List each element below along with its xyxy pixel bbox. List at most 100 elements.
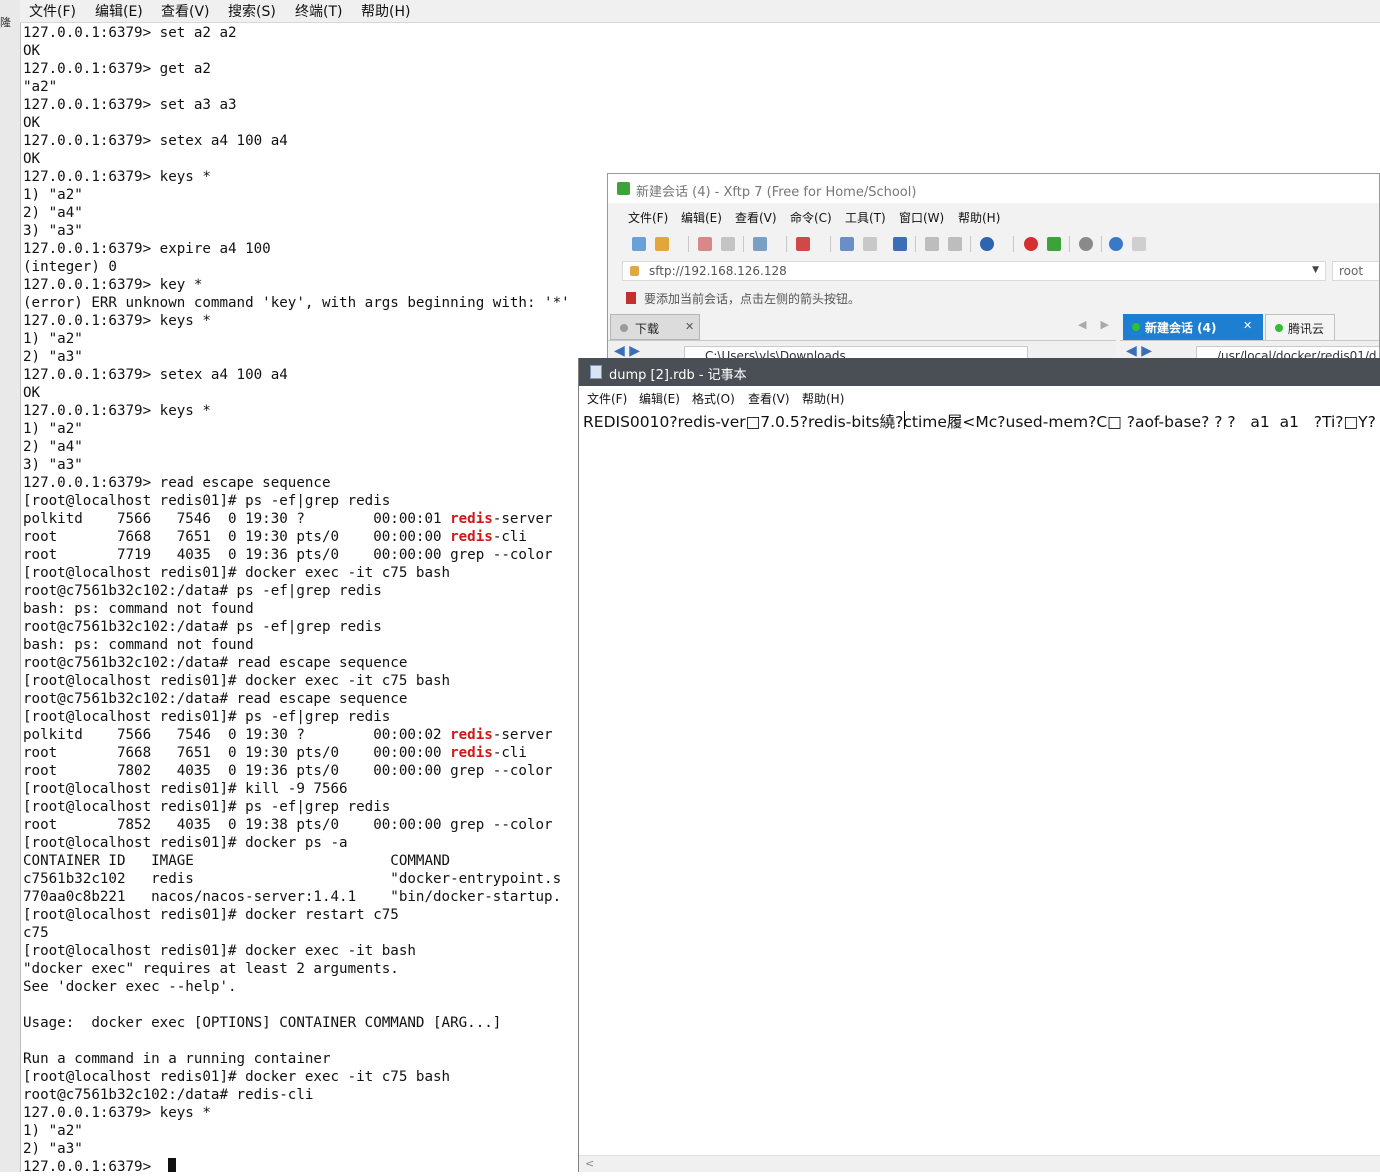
terminal-line: c7561b32c102 redis "docker-entrypoint.s	[23, 870, 561, 888]
terminal-text: bash: ps: command not found	[23, 601, 254, 617]
terminal-line: c75	[23, 924, 49, 942]
terminal-line: 1) "a2"	[23, 420, 83, 438]
terminal-text: OK	[23, 115, 41, 131]
hint-text: 要添加当前会话，点击左侧的箭头按钮。	[644, 292, 861, 306]
terminal-text: 1) "a2"	[23, 187, 83, 203]
terminal-line: 3) "a3"	[23, 456, 83, 474]
play-icon[interactable]	[796, 237, 810, 251]
notepad-window: dump [2].rdb - 记事本 文件(F) 编辑(E) 格式(O) 查看(…	[578, 358, 1380, 1172]
terminal-text: root 7852 4035 0 19:38 pts/0 00:00:00 gr…	[23, 817, 553, 833]
scroll-left-icon[interactable]: <	[585, 1157, 594, 1170]
notepad-title-bar[interactable]: dump [2].rdb - 记事本	[579, 358, 1380, 386]
paste-icon[interactable]	[948, 237, 962, 251]
np-menu-edit[interactable]: 编辑(E)	[639, 390, 680, 407]
terminal-text: [root@localhost redis01]# docker exec -i…	[23, 1069, 451, 1085]
globe-icon[interactable]	[980, 237, 994, 251]
np-menu-help[interactable]: 帮助(H)	[802, 390, 844, 407]
np-menu-file[interactable]: 文件(F)	[587, 390, 627, 407]
xftp-icon[interactable]	[1047, 237, 1061, 251]
np-menu-view[interactable]: 查看(V)	[748, 390, 790, 407]
terminal-line: 127.0.0.1:6379> setex a4 100 a4	[23, 366, 288, 384]
tab-scroll-arrows[interactable]: ◀ ▶	[1078, 318, 1109, 331]
notepad-menu-bar: 文件(F) 编辑(E) 格式(O) 查看(V) 帮助(H)	[579, 386, 1380, 408]
menu-file[interactable]: 文件(F)	[29, 1, 76, 21]
terminal-text: 2) "a4"	[23, 439, 83, 455]
terminal-text: [root@localhost redis01]# docker restart…	[23, 907, 399, 923]
terminal-line: (integer) 0	[23, 258, 117, 276]
xftp-logo-icon	[617, 182, 630, 195]
terminal-text: [root@localhost redis01]# ps -ef|grep re…	[23, 493, 391, 509]
terminal-text: 127.0.0.1:6379> get a2	[23, 61, 211, 77]
back-icon[interactable]: ◀ ▶	[614, 343, 640, 359]
close-icon[interactable]: ✕	[1243, 319, 1252, 332]
terminal-cursor	[168, 1158, 176, 1172]
username-field[interactable]: root	[1332, 261, 1379, 281]
address-text[interactable]: sftp://192.168.126.128	[649, 264, 787, 278]
open-folder-icon[interactable]	[655, 237, 669, 251]
new-session-icon[interactable]	[632, 237, 646, 251]
menu-view[interactable]: 查看(V)	[161, 1, 210, 21]
terminal-text: root@c7561b32c102:/data# ps -ef|grep red…	[23, 583, 382, 599]
terminal-line: [root@localhost redis01]# ps -ef|grep re…	[23, 798, 390, 816]
tab-session-tencent[interactable]: 腾讯云	[1265, 314, 1335, 342]
terminal-text: polkitd 7566 7546 0 19:30 ? 00:00:01	[23, 511, 451, 527]
tab-local-downloads[interactable]: 下载 ✕	[610, 314, 700, 340]
upload-icon[interactable]	[840, 237, 854, 251]
notepad-text-area[interactable]: REDIS0010?redis-ver□7.0.5?redis-bits繞?ct…	[583, 410, 1376, 432]
terminal-text: Run a command in a running container	[23, 1051, 331, 1067]
xftp-menu-file[interactable]: 文件(F)	[628, 209, 668, 226]
comment-icon[interactable]	[1132, 237, 1146, 251]
back-icon[interactable]: ◀ ▶	[1126, 343, 1152, 359]
gear-icon[interactable]	[1079, 237, 1093, 251]
horizontal-scrollbar[interactable]: <	[579, 1155, 1380, 1172]
chevron-down-icon[interactable]: ▼	[1312, 265, 1319, 275]
text-caret	[904, 411, 905, 429]
terminal-text: 3) "a3"	[23, 457, 83, 473]
tab-session-active[interactable]: 新建会话 (4) ✕	[1123, 314, 1263, 342]
xftp-menu-command[interactable]: 命令(C)	[790, 209, 832, 226]
terminal-line: 2) "a3"	[23, 1140, 83, 1158]
gutter-label: 隆	[0, 16, 11, 29]
tab-label: 新建会话 (4)	[1145, 321, 1217, 335]
terminal-text: [root@localhost redis01]# docker ps -a	[23, 835, 348, 851]
np-menu-format[interactable]: 格式(O)	[692, 390, 735, 407]
notepad-icon	[590, 365, 602, 379]
terminal-line: root 7802 4035 0 19:36 pts/0 00:00:00 gr…	[23, 762, 553, 780]
xftp-menu-edit[interactable]: 编辑(E)	[681, 209, 722, 226]
terminal-line: 127.0.0.1:6379> keys *	[23, 312, 211, 330]
address-bar[interactable]: sftp://192.168.126.128 ▼	[622, 261, 1326, 281]
terminal-line: "a2"	[23, 78, 57, 96]
xftp-menu-view[interactable]: 查看(V)	[735, 209, 777, 226]
terminal-text: "a2"	[23, 79, 58, 95]
reconnect-icon[interactable]	[721, 237, 735, 251]
menu-terminal[interactable]: 终端(T)	[295, 1, 342, 21]
xftp-menu-help[interactable]: 帮助(H)	[958, 209, 1000, 226]
terminal-line: Usage: docker exec [OPTIONS] CONTAINER C…	[23, 1014, 501, 1032]
transfer-icon[interactable]	[753, 237, 767, 251]
terminal-text: 770aa0c8b221 nacos/nacos-server:1.4.1 "b…	[23, 889, 562, 905]
disconnect-icon[interactable]	[698, 237, 712, 251]
terminal-line: root@c7561b32c102:/data# read escape seq…	[23, 690, 407, 708]
close-icon[interactable]: ✕	[685, 320, 694, 333]
menu-search[interactable]: 搜索(S)	[228, 1, 276, 21]
terminal-line: root@c7561b32c102:/data# redis-cli	[23, 1086, 313, 1104]
terminal-line: (error) ERR unknown command 'key', with …	[23, 294, 570, 312]
menu-edit[interactable]: 编辑(E)	[95, 1, 143, 21]
highlighted-match: redis	[450, 745, 493, 761]
terminal-line: OK	[23, 114, 40, 132]
username-text[interactable]: root	[1339, 264, 1363, 278]
terminal-line: 127.0.0.1:6379> keys *	[23, 168, 211, 186]
xshell-icon[interactable]	[1024, 237, 1038, 251]
download-icon[interactable]	[863, 237, 877, 251]
xftp-menu-window[interactable]: 窗口(W)	[899, 209, 944, 226]
sync-icon[interactable]	[893, 237, 907, 251]
terminal-line: 2) "a4"	[23, 204, 83, 222]
xftp-menu-tools[interactable]: 工具(T)	[845, 209, 886, 226]
xftp-title-bar[interactable]: 新建会话 (4) - Xftp 7 (Free for Home/School)	[608, 174, 1379, 203]
terminal-line: root 7668 7651 0 19:30 pts/0 00:00:00 re…	[23, 744, 527, 762]
terminal-line: [root@localhost redis01]# ps -ef|grep re…	[23, 708, 390, 726]
terminal-text: (error) ERR unknown command 'key', with …	[23, 295, 570, 311]
copy-icon[interactable]	[925, 237, 939, 251]
help-icon[interactable]	[1109, 237, 1123, 251]
menu-help[interactable]: 帮助(H)	[361, 1, 410, 21]
